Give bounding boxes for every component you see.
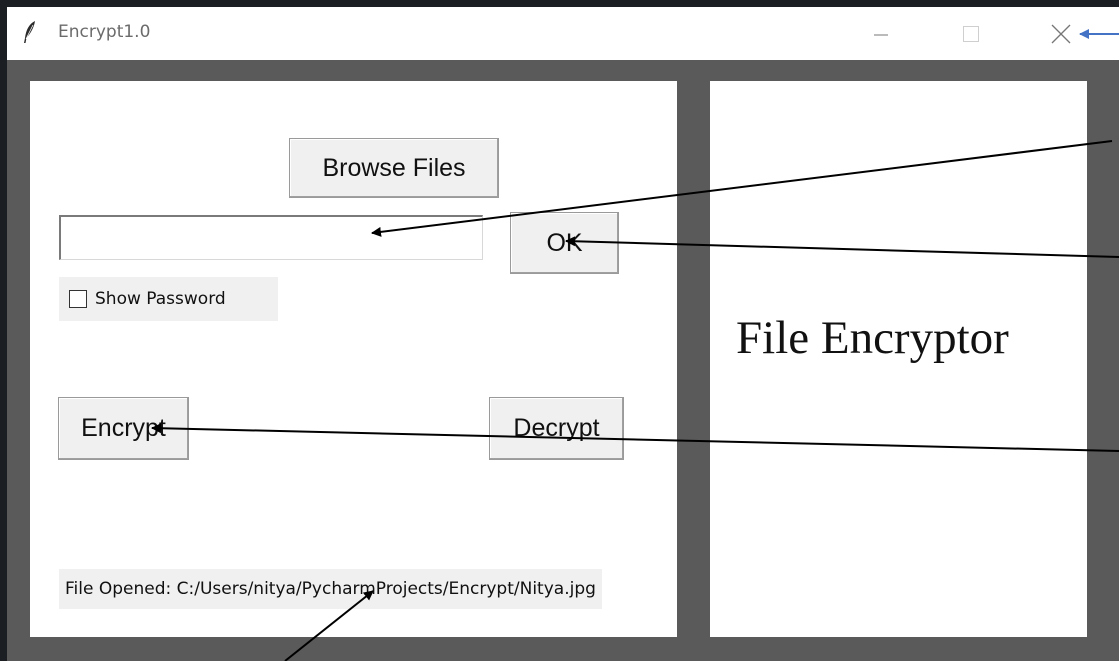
show-password-label: Show Password [95, 289, 226, 309]
show-password-checkbox[interactable] [69, 290, 87, 308]
window-title: Encrypt1.0 [58, 22, 151, 42]
maximize-button[interactable] [949, 16, 993, 52]
app-heading: File Encryptor [736, 312, 1009, 364]
feather-icon [23, 20, 37, 48]
file-status-label: File Opened: C:/Users/nitya/PycharmProje… [59, 569, 602, 609]
password-input[interactable] [59, 215, 483, 260]
right-panel: File Encryptor [710, 81, 1087, 637]
title-bar: Encrypt1.0 [7, 7, 1119, 60]
left-panel: Browse Files OK Show Password Encrypt De… [30, 81, 677, 637]
browse-files-button[interactable]: Browse Files [289, 138, 499, 198]
app-window: Encrypt1.0 Browse Files OK Show Password… [7, 7, 1119, 661]
minimize-button[interactable] [859, 16, 903, 52]
minimize-icon [874, 34, 888, 36]
encrypt-button[interactable]: Encrypt [58, 397, 189, 460]
show-password-toggle[interactable]: Show Password [59, 277, 278, 321]
maximize-icon [963, 26, 979, 42]
decrypt-button[interactable]: Decrypt [489, 397, 624, 460]
ok-button[interactable]: OK [510, 212, 619, 274]
close-icon [1051, 24, 1071, 44]
close-button[interactable] [1039, 16, 1083, 52]
